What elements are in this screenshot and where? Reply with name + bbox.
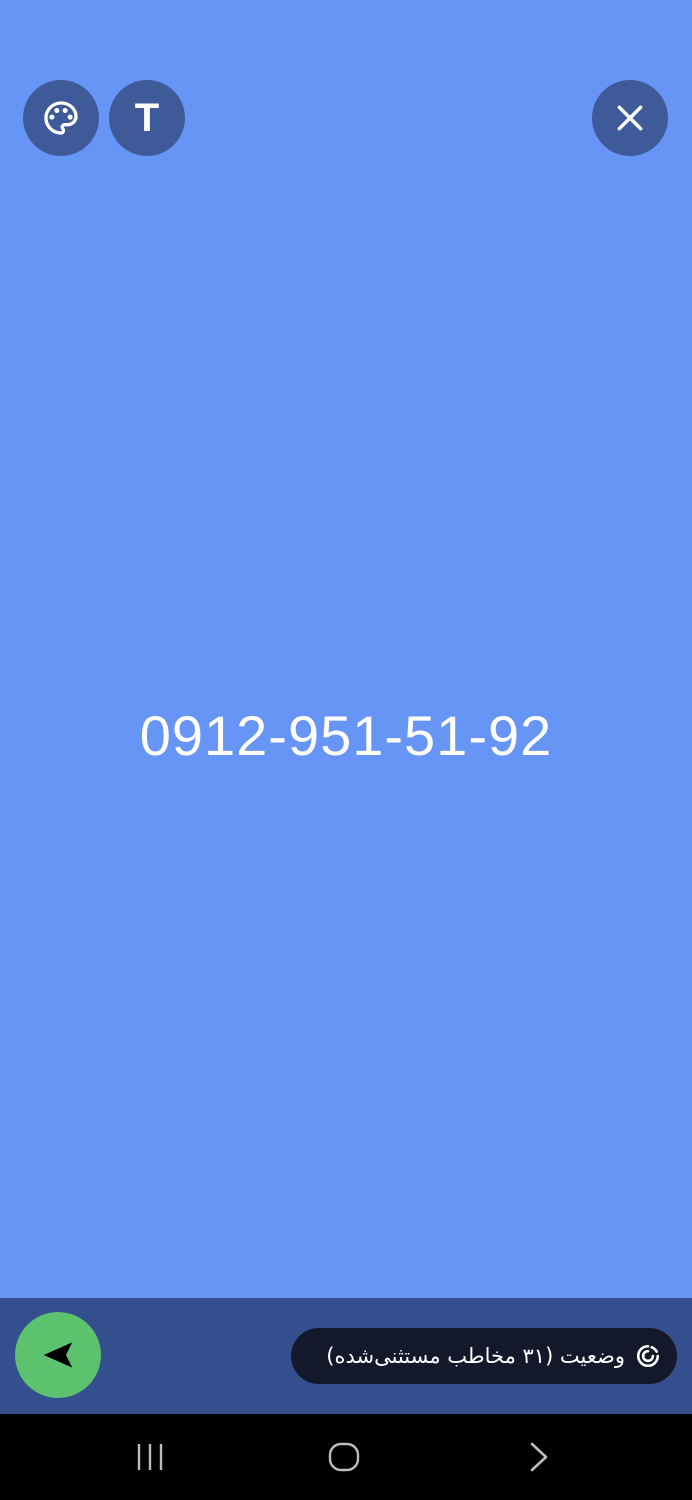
send-button[interactable] <box>15 1312 101 1398</box>
composer-bottom-bar: وضعیت (۳۱ مخاطب مستثنی‌شده) <box>0 1298 692 1414</box>
home-icon <box>328 1442 360 1472</box>
close-icon <box>617 105 643 131</box>
back-button[interactable] <box>508 1437 568 1477</box>
status-composer-screen: T 0912-951-51-92 وضعیت (۳۱ مخاطب مستثنی‌… <box>0 0 692 1500</box>
home-button[interactable] <box>314 1437 374 1477</box>
color-palette-button[interactable] <box>23 80 99 156</box>
text-style-button[interactable]: T <box>109 80 185 156</box>
recents-button[interactable] <box>120 1437 180 1477</box>
back-icon <box>530 1442 548 1472</box>
palette-icon <box>44 101 78 135</box>
recents-icon <box>137 1444 163 1470</box>
status-privacy-button[interactable]: وضعیت (۳۱ مخاطب مستثنی‌شده) <box>291 1328 677 1384</box>
system-navigation-bar <box>0 1414 692 1500</box>
send-arrow-icon <box>43 1342 73 1368</box>
privacy-circle-icon <box>636 1344 660 1368</box>
text-format-icon: T <box>134 96 160 140</box>
close-button[interactable] <box>592 80 668 156</box>
status-text[interactable]: 0912-951-51-92 <box>0 694 692 778</box>
status-privacy-label: وضعیت (۳۱ مخاطب مستثنی‌شده) <box>326 1344 625 1368</box>
status-canvas[interactable]: T 0912-951-51-92 <box>0 0 692 1298</box>
